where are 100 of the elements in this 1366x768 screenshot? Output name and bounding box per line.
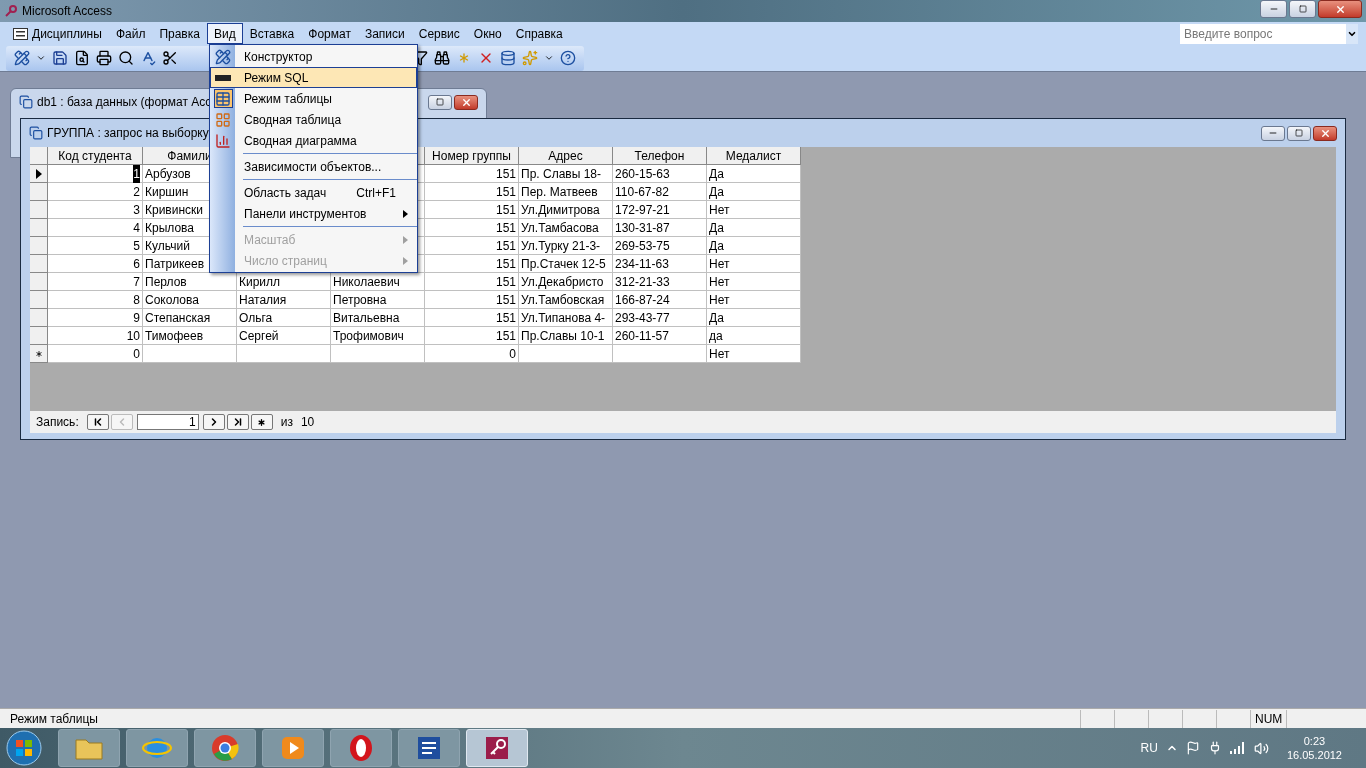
- minimize-button[interactable]: [1260, 0, 1287, 18]
- save-icon[interactable]: [52, 50, 68, 66]
- menu-item[interactable]: Формат: [301, 23, 358, 44]
- menu-option[interactable]: Режим таблицы: [210, 88, 417, 109]
- table-cell: Да: [707, 183, 801, 201]
- database-window-icon: [19, 95, 33, 109]
- maximize-button[interactable]: [428, 94, 452, 110]
- table-cell: 130-31-87: [613, 219, 707, 237]
- table-cell: 4: [48, 219, 143, 237]
- menu-item[interactable]: Вставка: [242, 23, 302, 44]
- restore-icon: [1295, 129, 1303, 137]
- search-icon[interactable]: [118, 50, 134, 66]
- current-record-icon: [35, 168, 42, 179]
- column-header[interactable]: Номер группы: [425, 147, 519, 165]
- table-cell: 0: [425, 345, 519, 363]
- table-cell: Нет: [707, 345, 801, 363]
- record-of-label: из: [280, 414, 293, 431]
- table-cell: Петровна: [331, 291, 425, 309]
- clock-time[interactable]: 0:23: [1303, 734, 1326, 748]
- table-cell: Тимофеев: [143, 327, 237, 345]
- table-cell: да: [707, 327, 801, 345]
- close-button[interactable]: [1313, 125, 1337, 141]
- record-number-field[interactable]: 1: [136, 414, 199, 430]
- taskbar-button[interactable]: [398, 729, 460, 767]
- start-icon[interactable]: [4, 729, 44, 767]
- minimize-button[interactable]: [1261, 125, 1285, 141]
- browser-icon: [210, 733, 240, 763]
- key-icon: [4, 4, 18, 18]
- database-icon[interactable]: [500, 50, 516, 66]
- submenu-arrow-icon: [403, 209, 408, 218]
- menu-item[interactable]: Дисциплины: [6, 23, 109, 44]
- last-record-button[interactable]: [226, 414, 249, 430]
- menu-item[interactable]: Файл: [108, 23, 153, 44]
- dropdown-button[interactable]: [1346, 23, 1358, 44]
- column-header[interactable]: Телефон: [613, 147, 707, 165]
- table-cell: 151: [425, 165, 519, 183]
- menu-option[interactable]: Сводная таблица: [210, 109, 417, 130]
- table-cell: 260-11-57: [613, 327, 707, 345]
- menu-item[interactable]: Записи: [357, 23, 412, 44]
- table-cell: 151: [425, 219, 519, 237]
- taskbar-button[interactable]: [330, 729, 392, 767]
- table-cell: Пер. Матвеев: [519, 183, 613, 201]
- restore-icon: [1298, 5, 1307, 13]
- table-cell: Степанская: [143, 309, 237, 327]
- print-icon[interactable]: [96, 50, 112, 66]
- signal-icon[interactable]: [1229, 742, 1246, 754]
- table-cell: Ул.Декабристо: [519, 273, 613, 291]
- menu-item[interactable]: Правка: [152, 23, 207, 44]
- volume-icon[interactable]: [1253, 740, 1269, 756]
- column-header[interactable]: Код студента: [48, 147, 143, 165]
- table-cell: 5: [48, 237, 143, 255]
- column-header[interactable]: Медалист: [707, 147, 801, 165]
- record-count: 10: [300, 414, 315, 431]
- table-cell: Да: [707, 309, 801, 327]
- table-cell: Да: [707, 219, 801, 237]
- table-cell: 166-87-24: [613, 291, 707, 309]
- table-cell: Да: [707, 237, 801, 255]
- menu-item[interactable]: Окно: [466, 23, 509, 44]
- record-selector[interactable]: [30, 165, 48, 183]
- ruler-pencil-icon[interactable]: [14, 50, 30, 66]
- question-field[interactable]: Введите вопрос: [1180, 23, 1346, 44]
- cut-icon[interactable]: [162, 50, 178, 66]
- language-indicator[interactable]: RU: [1140, 739, 1158, 757]
- table-cell: 269-53-75: [613, 237, 707, 255]
- table-cell: 260-15-63: [613, 165, 707, 183]
- clock-date[interactable]: 16.05.2012: [1286, 748, 1342, 762]
- next-record-button[interactable]: [202, 414, 225, 430]
- spell-check-icon[interactable]: [140, 50, 156, 66]
- table-cell: 151: [425, 291, 519, 309]
- table-cell: 151: [425, 327, 519, 345]
- table-cell: Ул.Димитрова: [519, 201, 613, 219]
- menu-option[interactable]: Конструктор: [210, 46, 417, 67]
- header-corner: [30, 147, 48, 165]
- table-cell: 9: [48, 309, 143, 327]
- table-cell: Нет: [707, 273, 801, 291]
- help-icon[interactable]: [560, 50, 576, 66]
- window-title: ГРУППА : запрос на выборку: [47, 125, 209, 142]
- status-text: Режим таблицы: [10, 710, 99, 728]
- first-record-button[interactable]: [86, 414, 109, 430]
- close-button[interactable]: [1318, 0, 1362, 18]
- table-cell: 151: [425, 201, 519, 219]
- menu-item[interactable]: Вид: [206, 23, 243, 44]
- table-cell: 234-11-63: [613, 255, 707, 273]
- flag-icon[interactable]: [1185, 741, 1200, 755]
- binoculars-icon[interactable]: [434, 50, 450, 66]
- close-button[interactable]: [454, 94, 478, 110]
- document-search-icon[interactable]: [74, 50, 90, 66]
- table-cell: 151: [425, 183, 519, 201]
- maximize-button[interactable]: [1289, 0, 1316, 18]
- column-header[interactable]: Адрес: [519, 147, 613, 165]
- table-cell: Да: [707, 165, 801, 183]
- menu-option[interactable]: Режим SQL: [210, 67, 417, 88]
- new-record-button[interactable]: [250, 414, 273, 430]
- table-cell: 3: [48, 201, 143, 219]
- table-cell: Ул.Турку 21-3-: [519, 237, 613, 255]
- maximize-button[interactable]: [1287, 125, 1311, 141]
- menu-item[interactable]: Справка: [508, 23, 570, 44]
- table-cell: Трофимович: [331, 327, 425, 345]
- table-cell: 10: [48, 327, 143, 345]
- menu-item[interactable]: Сервис: [411, 23, 467, 44]
